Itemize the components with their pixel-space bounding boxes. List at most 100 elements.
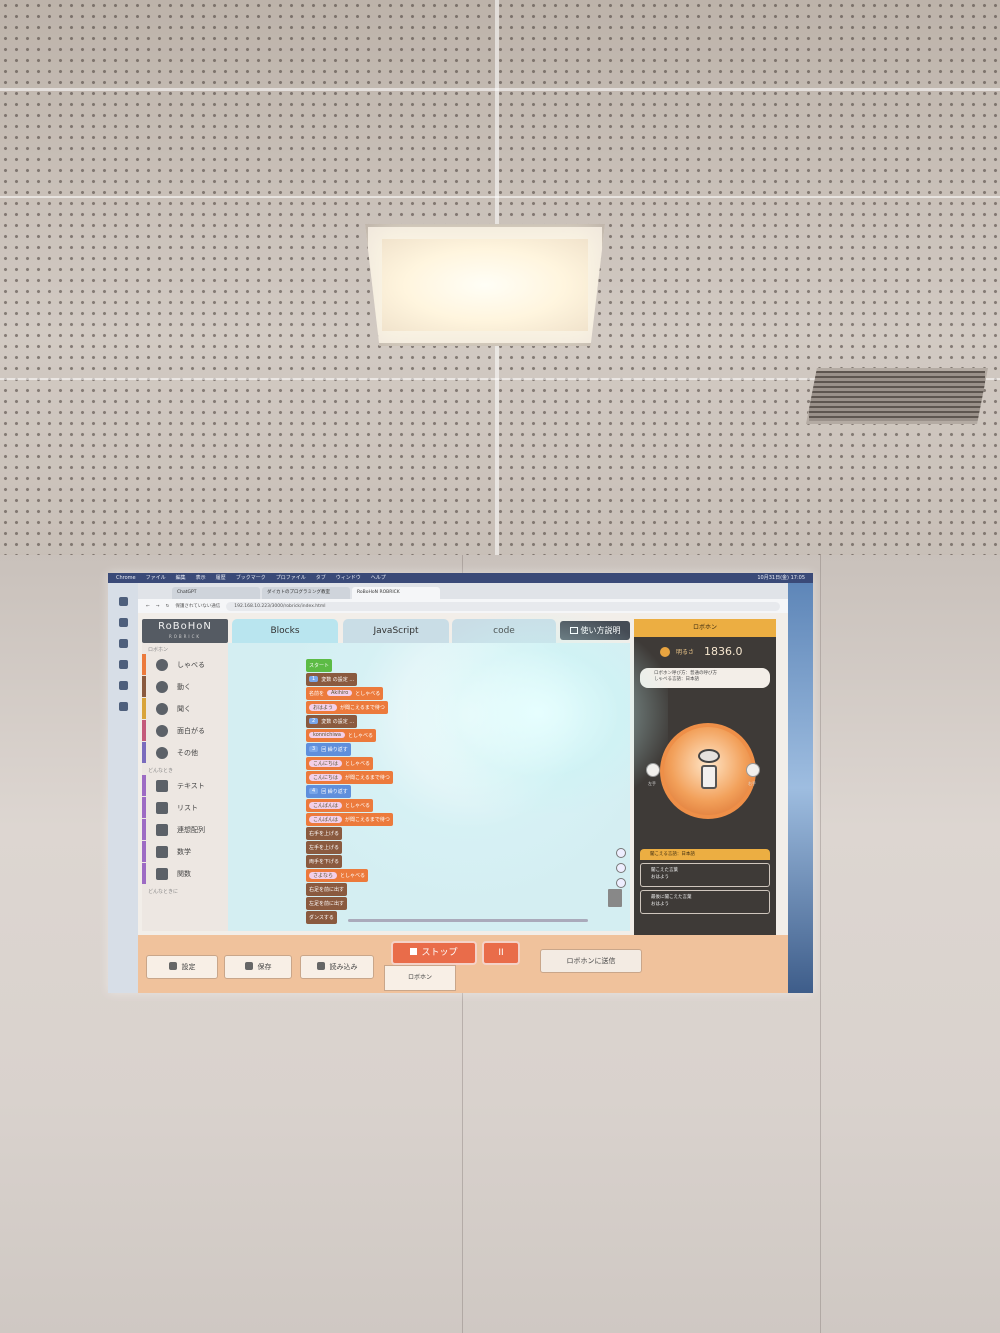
load-button[interactable]: 読み込み — [300, 955, 374, 979]
help-button[interactable]: 使い方説明 — [560, 621, 630, 640]
code-block[interactable]: 1 変数 の設定 ... — [306, 673, 358, 686]
block-number[interactable]: 3 — [309, 746, 319, 753]
block-text-slot[interactable]: konnichiwa — [309, 732, 345, 739]
info-line: しゃべる言語：日本語 — [654, 677, 699, 682]
code-block[interactable]: こんばんは としゃべる — [306, 799, 374, 812]
code-block[interactable]: こんにちは としゃべる — [306, 757, 374, 770]
url-field[interactable]: 192.168.10.223/3000/robrick/index.html — [226, 601, 780, 611]
palette-item-function[interactable]: 関数 — [142, 863, 228, 884]
zoom-reset-icon[interactable] — [616, 863, 626, 873]
ceiling-seam — [0, 88, 1000, 91]
block-text-slot[interactable]: こんばんは — [309, 815, 343, 823]
save-icon — [244, 962, 253, 970]
browser-tab-active[interactable]: RoBoHoN ROBRICK — [352, 587, 440, 599]
code-block[interactable]: 両手を下げる — [306, 855, 343, 868]
menubar-item[interactable]: 編集 — [176, 573, 186, 583]
code-block[interactable]: 3回 繰り返す — [306, 743, 351, 756]
settings-button[interactable]: 設定 — [146, 955, 218, 979]
forward-icon[interactable]: → — [156, 604, 160, 609]
code-block[interactable]: konnichiwa としゃべる — [306, 729, 376, 742]
code-block[interactable]: さよなら としゃべる — [306, 869, 369, 882]
menubar-item[interactable]: ブックマーク — [236, 573, 266, 583]
workspace-scrollbar[interactable] — [348, 919, 588, 922]
zoom-out-icon[interactable] — [616, 878, 626, 888]
menubar-item[interactable]: Chrome — [116, 573, 136, 583]
menubar-item[interactable]: 表示 — [196, 573, 206, 583]
dock-app-icon[interactable] — [118, 639, 128, 648]
dock-app-icon[interactable] — [118, 681, 128, 690]
code-block[interactable]: おはよう が聞こえるまで待つ — [306, 701, 388, 714]
block-label: が聞こえるまで待つ — [345, 774, 390, 781]
send-to-robohon-button[interactable]: ロボホンに送信 — [540, 949, 642, 973]
tab-javascript[interactable]: JavaScript — [343, 619, 449, 643]
block-label: 回 繰り返す — [321, 746, 348, 753]
blocks-workspace[interactable]: スタート 1 変数 の設定 ... 名前を Akihiro としゃべる おはよう が聞こえる… — [228, 643, 630, 931]
palette-item-list[interactable]: リスト — [142, 797, 228, 818]
block-number[interactable]: 2 — [309, 718, 319, 725]
palette-item-speak[interactable]: しゃべる — [142, 654, 228, 675]
palette-item-label: 関数 — [177, 869, 191, 878]
robohon-tab[interactable]: ロボホン — [384, 965, 456, 991]
right-arm-button[interactable] — [746, 763, 760, 777]
code-block[interactable]: 左手を上げる — [306, 841, 343, 854]
menubar-item[interactable]: 履歴 — [216, 573, 226, 583]
block-number[interactable]: 4 — [309, 788, 319, 795]
code-block[interactable]: こんにちは が聞こえるまで待つ — [306, 771, 393, 784]
palette-item-fun[interactable]: 面白がる — [142, 720, 228, 741]
palette-item-math[interactable]: 数学 — [142, 841, 228, 862]
reload-icon[interactable]: ↻ — [166, 604, 170, 609]
block-number[interactable]: 1 — [309, 676, 319, 683]
menubar-item[interactable]: プロファイル — [276, 573, 306, 583]
palette-item-move[interactable]: 動く — [142, 676, 228, 697]
browser-tab[interactable]: ダイカトのプログラミング教室 — [262, 587, 350, 599]
block-stack[interactable]: スタート 1 変数 の設定 ... 名前を Akihiro としゃべる おはよう が聞こえる… — [306, 659, 426, 925]
security-label[interactable]: 保護されていない通信 — [175, 603, 220, 609]
dock-app-icon[interactable] — [118, 702, 128, 711]
save-button[interactable]: 保存 — [224, 955, 292, 979]
block-text-slot[interactable]: おはよう — [309, 703, 338, 711]
palette-item-listen[interactable]: 聞く — [142, 698, 228, 719]
start-block[interactable]: スタート — [306, 659, 333, 672]
palette-item-label: リスト — [177, 803, 198, 812]
palette-section-title: どんなときに — [148, 889, 179, 895]
zoom-in-icon[interactable] — [616, 848, 626, 858]
dock-app-icon[interactable] — [118, 618, 128, 627]
dock-app-icon[interactable] — [118, 660, 128, 669]
right-arm-label: 右手 — [748, 781, 756, 786]
dock-app-icon[interactable] — [118, 597, 128, 606]
heard-language-header: 聞こえる言語：日本語 — [640, 849, 770, 860]
tab-blocks[interactable]: Blocks — [232, 619, 338, 643]
menubar-item[interactable]: ファイル — [146, 573, 166, 583]
function-icon — [156, 867, 168, 880]
block-text-slot[interactable]: さよなら — [309, 871, 338, 879]
stop-button[interactable]: ストップ — [391, 941, 477, 965]
code-block[interactable]: こんばんは が聞こえるまで待つ — [306, 813, 393, 826]
code-block[interactable]: 右足を前に出す — [306, 883, 348, 896]
menubar-item[interactable]: タブ — [316, 573, 326, 583]
card-value: おはよう — [651, 902, 669, 907]
code-block[interactable]: 2 変数 の設定 ... — [306, 715, 358, 728]
block-palette: ロボホン しゃべる 動く 聞く 面白がる その他 どんなとき テキスト リスト … — [142, 643, 228, 931]
tab-code[interactable]: code — [452, 619, 556, 643]
ceiling-vent — [806, 368, 988, 424]
code-block[interactable]: 4回 繰り返す — [306, 785, 351, 798]
back-icon[interactable]: ← — [146, 604, 150, 609]
code-block[interactable]: 左足を前に出す — [306, 897, 348, 910]
code-block[interactable]: 右手を上げる — [306, 827, 343, 840]
block-text-slot[interactable]: Akihiro — [327, 690, 353, 697]
block-text-slot[interactable]: こんにちは — [309, 773, 343, 781]
block-text-slot[interactable]: こんばんは — [309, 801, 343, 809]
code-block[interactable]: ダンスする — [306, 911, 337, 924]
code-block[interactable]: 名前を Akihiro としゃべる — [306, 687, 384, 700]
browser-tab[interactable]: ChatGPT — [172, 587, 260, 599]
menubar-item[interactable]: ヘルプ — [371, 573, 386, 583]
menubar-item[interactable]: ウィンドウ — [336, 573, 361, 583]
wall-seam — [820, 555, 821, 1333]
palette-item-dict[interactable]: 連想配列 — [142, 819, 228, 840]
pause-button[interactable]: II — [482, 941, 520, 965]
palette-item-other[interactable]: その他 — [142, 742, 228, 763]
block-text-slot[interactable]: こんにちは — [309, 759, 343, 767]
left-arm-button[interactable] — [646, 763, 660, 777]
trash-icon[interactable] — [608, 889, 622, 907]
palette-item-text[interactable]: テキスト — [142, 775, 228, 796]
